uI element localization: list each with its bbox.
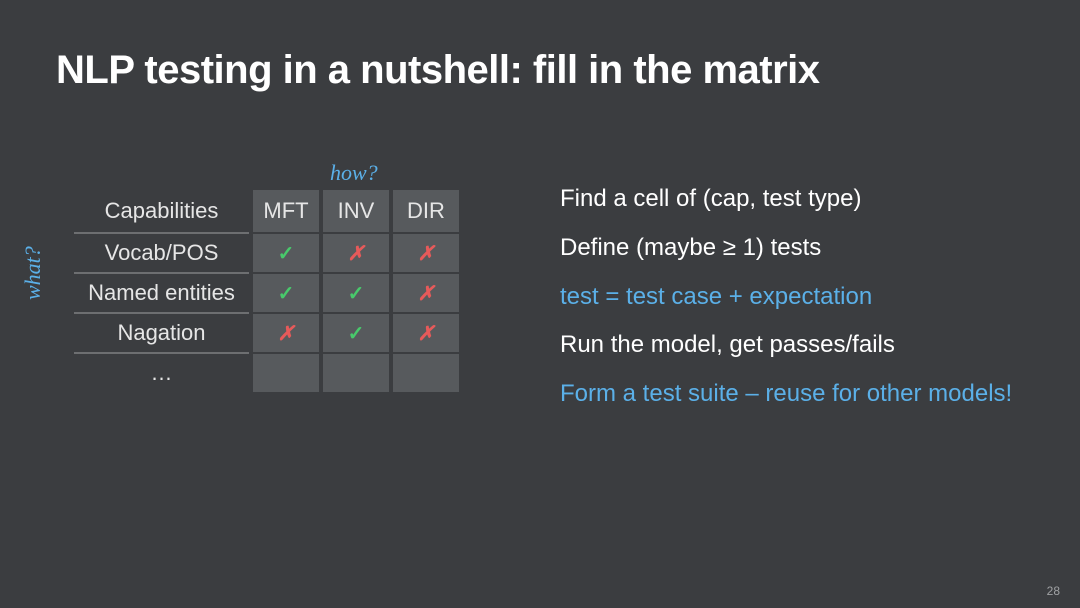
matrix-cell bbox=[253, 352, 319, 392]
matrix-cell: ✗ bbox=[323, 232, 389, 272]
check-icon: ✓ bbox=[348, 323, 365, 345]
matrix-cell: ✗ bbox=[393, 232, 459, 272]
row-label: Vocab/POS bbox=[74, 232, 249, 272]
slide-title: NLP testing in a nutshell: fill in the m… bbox=[56, 48, 820, 93]
cross-icon: ✗ bbox=[418, 323, 435, 345]
row-label: … bbox=[74, 352, 249, 392]
matrix-cell: ✓ bbox=[323, 272, 389, 312]
step-item: test = test case + expectation bbox=[560, 283, 1012, 312]
matrix-cell bbox=[323, 352, 389, 392]
cross-icon: ✗ bbox=[418, 283, 435, 305]
matrix-cell: ✓ bbox=[323, 312, 389, 352]
cross-icon: ✗ bbox=[278, 323, 295, 345]
col-header-1: INV bbox=[323, 190, 389, 232]
page-number: 28 bbox=[1047, 584, 1060, 598]
step-item: Define (maybe ≥ 1) tests bbox=[560, 234, 1012, 263]
content-area: how? what? Capabilities MFT INV DIR Voca… bbox=[50, 190, 1012, 409]
table-row: Vocab/POS ✓ ✗ ✗ bbox=[74, 232, 459, 272]
table-row: Nagation ✗ ✓ ✗ bbox=[74, 312, 459, 352]
matrix-cell: ✗ bbox=[253, 312, 319, 352]
capabilities-header: Capabilities bbox=[74, 190, 249, 232]
matrix-body: Vocab/POS ✓ ✗ ✗ Named entities ✓ ✓ ✗ Nagation ✗ ✓ ✗… bbox=[74, 232, 459, 392]
table-row: … bbox=[74, 352, 459, 392]
check-icon: ✓ bbox=[278, 243, 295, 265]
matrix-cell: ✗ bbox=[393, 272, 459, 312]
step-item: Run the model, get passes/fails bbox=[560, 331, 1012, 360]
capabilities-matrix: Capabilities MFT INV DIR Vocab/POS✓✗✗Nam… bbox=[70, 190, 463, 392]
row-label: Named entities bbox=[74, 272, 249, 312]
table-row: Named entities ✓ ✓ ✗ bbox=[74, 272, 459, 312]
row-label: Nagation bbox=[74, 312, 249, 352]
col-header-2: DIR bbox=[393, 190, 459, 232]
cross-icon: ✗ bbox=[418, 243, 435, 265]
col-header-0: MFT bbox=[253, 190, 319, 232]
matrix-block: how? what? Capabilities MFT INV DIR Voca… bbox=[50, 190, 490, 392]
check-icon: ✓ bbox=[348, 283, 365, 305]
what-label: what? bbox=[20, 246, 46, 300]
matrix-cell: ✗ bbox=[393, 312, 459, 352]
check-icon: ✓ bbox=[278, 283, 295, 305]
step-item: Form a test suite – reuse for other mode… bbox=[560, 380, 1012, 409]
matrix-cell: ✓ bbox=[253, 232, 319, 272]
step-item: Find a cell of (cap, test type) bbox=[560, 185, 1012, 214]
how-label: how? bbox=[330, 160, 378, 186]
cross-icon: ✗ bbox=[348, 243, 365, 265]
steps-list: Find a cell of (cap, test type) Define (m… bbox=[560, 185, 1012, 409]
matrix-cell bbox=[393, 352, 459, 392]
matrix-cell: ✓ bbox=[253, 272, 319, 312]
